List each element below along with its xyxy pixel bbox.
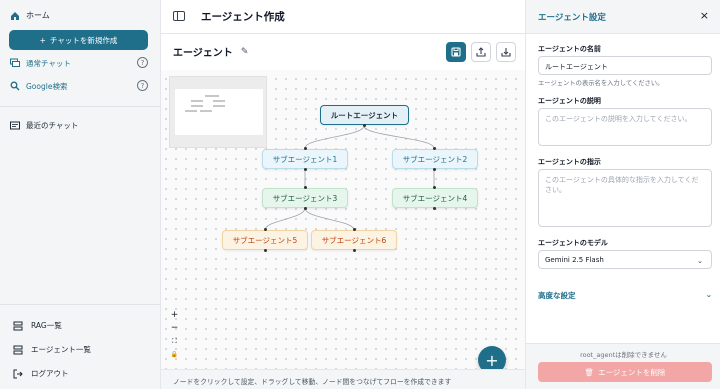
node-label: サブエージェント5 (232, 235, 298, 245)
chat-icon (10, 58, 20, 67)
recent-chats-label: 最近のチャット (26, 121, 79, 130)
sidebar: ホーム + チャットを新規作成 通常チャット ? Google検索 ? 最近のチ… (0, 0, 161, 389)
chevron-down-icon: ⌄ (697, 257, 703, 265)
page-title: エージェント作成 (201, 11, 285, 23)
recent-chats-header[interactable]: 最近のチャット (10, 120, 78, 131)
node-handle[interactable] (304, 186, 307, 189)
sidebar-item-rag-list[interactable]: RAG一覧 (13, 320, 62, 331)
node-label: ルートエージェント (330, 110, 399, 120)
plus-icon: + (485, 350, 499, 370)
sidebar-item-google-search[interactable]: Google検索 ? (10, 80, 148, 92)
zoom-in-icon[interactable]: + (169, 310, 180, 321)
node-handle[interactable] (433, 147, 436, 150)
message-icon (10, 121, 20, 129)
name-label: エージェントの名前 (538, 45, 601, 53)
node-sub-agent-6[interactable]: サブエージェント6 (311, 230, 397, 250)
node-sub-agent-3[interactable]: サブエージェント3 (262, 188, 348, 208)
lock-icon[interactable]: 🔒 (169, 349, 180, 360)
description-label: エージェントの説明 (538, 97, 601, 105)
node-handle[interactable] (433, 186, 436, 189)
delete-agent-button[interactable]: 🗑 エージェントを削除 (538, 362, 712, 382)
home-link[interactable]: ホーム (10, 10, 50, 21)
edge (363, 125, 435, 149)
node-handle[interactable] (363, 124, 366, 127)
node-handle[interactable] (353, 249, 356, 252)
node-handle[interactable] (433, 168, 436, 171)
edge (264, 207, 306, 231)
topbar: エージェント作成 (161, 0, 525, 34)
divider (0, 304, 161, 305)
help-icon[interactable]: ? (137, 57, 148, 68)
search-icon (10, 81, 20, 91)
logout-button[interactable]: ログアウト (13, 368, 69, 379)
edge (304, 207, 355, 231)
advanced-settings-toggle[interactable]: 高度な設定 ⌄ (538, 290, 712, 301)
new-chat-button[interactable]: + チャットを新規作成 (9, 30, 148, 50)
node-sub-agent-5[interactable]: サブエージェント5 (222, 230, 308, 250)
name-hint: エージェントの表示名を入力してください。 (538, 80, 664, 87)
sidebar-item-label: Google検索 (26, 81, 68, 91)
sidebar-item-agent-list[interactable]: エージェント一覧 (13, 344, 91, 355)
node-handle[interactable] (304, 207, 307, 210)
logout-icon (13, 369, 23, 378)
node-handle[interactable] (264, 228, 267, 231)
home-label: ホーム (26, 11, 50, 20)
database-icon (13, 321, 23, 330)
divider (0, 106, 161, 107)
agent-instruction-field[interactable]: このエージェントの具体的な指示を入力してください。 (538, 169, 712, 227)
node-label: サブエージェント4 (402, 193, 468, 203)
node-root-agent[interactable]: ルートエージェント (320, 105, 409, 125)
zoom-out-icon[interactable]: − (169, 323, 180, 334)
model-select[interactable]: Gemini 2.5 Flash ⌄ (538, 250, 712, 269)
delete-agent-label: エージェントを削除 (598, 367, 666, 377)
flow-canvas[interactable]: エージェント ✎ ルートエージェント サブエージェント1 サブエージェント2 サ… (161, 34, 525, 374)
node-handle[interactable] (304, 168, 307, 171)
delete-note: root_agentは削除できません (580, 351, 667, 359)
node-sub-agent-2[interactable]: サブエージェント2 (392, 149, 478, 169)
sidebar-item-label: RAG一覧 (31, 321, 62, 330)
sidebar-item-label: エージェント一覧 (31, 345, 91, 354)
panel-header: エージェント設定 × (526, 0, 720, 34)
model-label: エージェントのモデル (538, 239, 608, 247)
advanced-settings-label: 高度な設定 (538, 291, 576, 300)
model-select-value: Gemini 2.5 Flash (545, 256, 604, 264)
new-chat-label: チャットを新規作成 (49, 35, 118, 45)
fit-view-icon[interactable]: ⛶ (169, 336, 180, 347)
edge (304, 125, 365, 149)
node-sub-agent-1[interactable]: サブエージェント1 (262, 149, 348, 169)
zoom-controls: + − ⛶ 🔒 (169, 310, 180, 360)
agent-name-field[interactable]: ルートエージェント (538, 56, 712, 75)
node-label: サブエージェント1 (272, 154, 338, 164)
panel-title: エージェント設定 (538, 13, 606, 23)
node-sub-agent-4[interactable]: サブエージェント4 (392, 188, 478, 208)
close-icon[interactable]: × (700, 9, 709, 22)
node-handle[interactable] (353, 228, 356, 231)
home-icon (11, 11, 19, 20)
canvas-footer-hint: ノードをクリックして設定、ドラッグして移動、ノード間をつなげてフローを作成できま… (161, 369, 525, 389)
sidebar-item-label: ログアウト (31, 369, 69, 378)
instruction-label: エージェントの指示 (538, 158, 601, 166)
node-label: サブエージェント2 (402, 154, 468, 164)
node-handle[interactable] (264, 249, 267, 252)
plus-icon: + (39, 35, 46, 45)
chevron-down-icon: ⌄ (705, 290, 712, 299)
node-label: サブエージェント6 (321, 235, 387, 245)
sidebar-item-normal-chat[interactable]: 通常チャット ? (10, 57, 148, 69)
sidebar-toggle-icon[interactable] (173, 11, 185, 21)
node-handle[interactable] (433, 207, 436, 210)
agent-description-field[interactable]: このエージェントの説明を入力してください。 (538, 108, 712, 146)
node-handle[interactable] (304, 147, 307, 150)
help-icon[interactable]: ? (137, 80, 148, 91)
sidebar-item-label: 通常チャット (26, 58, 71, 68)
trash-icon: 🗑 (584, 367, 595, 377)
agent-settings-panel: エージェント設定 × エージェントの名前 ルートエージェント エージェントの表示… (525, 0, 720, 389)
node-label: サブエージェント3 (272, 193, 338, 203)
list-icon (13, 345, 23, 354)
